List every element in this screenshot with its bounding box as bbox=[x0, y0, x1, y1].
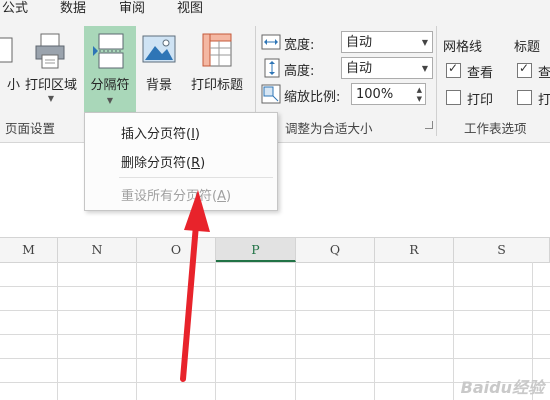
scale-label: 缩放比例: bbox=[284, 90, 341, 105]
chevron-down-icon: ▼ bbox=[421, 64, 428, 73]
breaks-button[interactable]: 分隔符 ▼ bbox=[84, 26, 136, 116]
group-label-scale-to-fit: 调整为合适大小 bbox=[285, 121, 373, 136]
scale-to-fit-launcher-icon[interactable] bbox=[425, 121, 433, 129]
scale-icon bbox=[261, 84, 281, 108]
column-header-row: M N O P Q R S bbox=[0, 237, 550, 263]
chevron-down-icon: ▼ bbox=[106, 96, 114, 105]
print-area-button[interactable]: 打印区域 ▼ bbox=[20, 28, 82, 114]
tab-formulas[interactable]: 公式 bbox=[2, 0, 28, 18]
gridlines-print-checkbox[interactable] bbox=[446, 90, 461, 105]
column-header-r[interactable]: R bbox=[375, 238, 454, 262]
column-header-n[interactable]: N bbox=[58, 238, 137, 262]
chevron-down-icon: ▼ bbox=[47, 94, 55, 103]
background-image-icon bbox=[141, 32, 177, 70]
width-label: 宽度: bbox=[284, 38, 315, 53]
gridlines-view-label: 查看 bbox=[467, 66, 494, 81]
gridlines-heading: 网格线 bbox=[443, 40, 483, 55]
height-value: 自动 bbox=[346, 61, 373, 76]
chevron-down-icon[interactable]: ▼ bbox=[417, 95, 422, 104]
breaks-label: 分隔符 bbox=[90, 78, 130, 93]
height-label: 高度: bbox=[284, 64, 315, 79]
column-header-o[interactable]: O bbox=[137, 238, 216, 262]
tab-data[interactable]: 数据 bbox=[60, 0, 86, 18]
page-break-icon bbox=[93, 32, 127, 74]
headings-print-checkbox[interactable] bbox=[517, 90, 532, 105]
print-titles-label: 打印标题 bbox=[190, 78, 243, 93]
print-titles-icon bbox=[199, 32, 235, 72]
group-label-sheet-options: 工作表选项 bbox=[464, 121, 527, 136]
chevron-down-icon: ▼ bbox=[421, 38, 428, 47]
column-header-m[interactable]: M bbox=[0, 238, 58, 262]
ribbon-tab-bar: 公式 数据 审阅 视图 bbox=[0, 0, 550, 20]
headings-heading: 标题 bbox=[514, 40, 541, 55]
tab-review[interactable]: 审阅 bbox=[119, 0, 145, 18]
menu-item-reset-all-page-breaks[interactable]: 重设所有分页符(A) bbox=[121, 185, 231, 204]
breaks-dropdown-menu: 插入分页符(I) 删除分页符(R) 重设所有分页符(A) bbox=[84, 112, 278, 211]
headings-view-label: 查 bbox=[538, 66, 550, 81]
menu-item-remove-page-break[interactable]: 删除分页符(R) bbox=[121, 152, 205, 171]
print-titles-button[interactable]: 打印标题 bbox=[182, 28, 252, 114]
size-label: 小 bbox=[6, 78, 20, 93]
menu-separator bbox=[119, 177, 273, 178]
chevron-up-icon[interactable]: ▲ bbox=[417, 86, 422, 95]
background-label: 背景 bbox=[145, 78, 172, 93]
headings-print-label: 打 bbox=[538, 93, 550, 108]
headings-view-checkbox[interactable] bbox=[517, 61, 532, 78]
size-button[interactable]: 小 bbox=[0, 28, 20, 114]
width-value: 自动 bbox=[346, 35, 373, 50]
height-select[interactable]: 自动 ▼ bbox=[341, 57, 433, 79]
gridlines-view-checkbox[interactable] bbox=[446, 61, 461, 78]
column-header-s[interactable]: S bbox=[454, 238, 550, 262]
column-header-q[interactable]: Q bbox=[296, 238, 375, 262]
width-select[interactable]: 自动 ▼ bbox=[341, 31, 433, 53]
width-icon bbox=[261, 34, 281, 54]
watermark: Baidu经验 bbox=[460, 378, 544, 397]
height-icon bbox=[261, 58, 281, 82]
print-area-label: 打印区域 bbox=[24, 78, 77, 93]
size-icon bbox=[0, 32, 14, 70]
background-button[interactable]: 背景 bbox=[138, 28, 180, 114]
scale-value: 100% bbox=[356, 87, 394, 102]
tab-view[interactable]: 视图 bbox=[177, 0, 203, 18]
group-label-page-setup: 页面设置 bbox=[5, 121, 56, 136]
menu-item-insert-page-break[interactable]: 插入分页符(I) bbox=[121, 123, 200, 142]
print-area-icon bbox=[33, 32, 69, 74]
gridlines-print-label: 打印 bbox=[467, 93, 494, 108]
group-divider bbox=[436, 26, 437, 136]
scale-stepper[interactable]: 100% ▲ ▼ bbox=[351, 83, 426, 105]
column-header-p-selected[interactable]: P bbox=[216, 238, 296, 262]
